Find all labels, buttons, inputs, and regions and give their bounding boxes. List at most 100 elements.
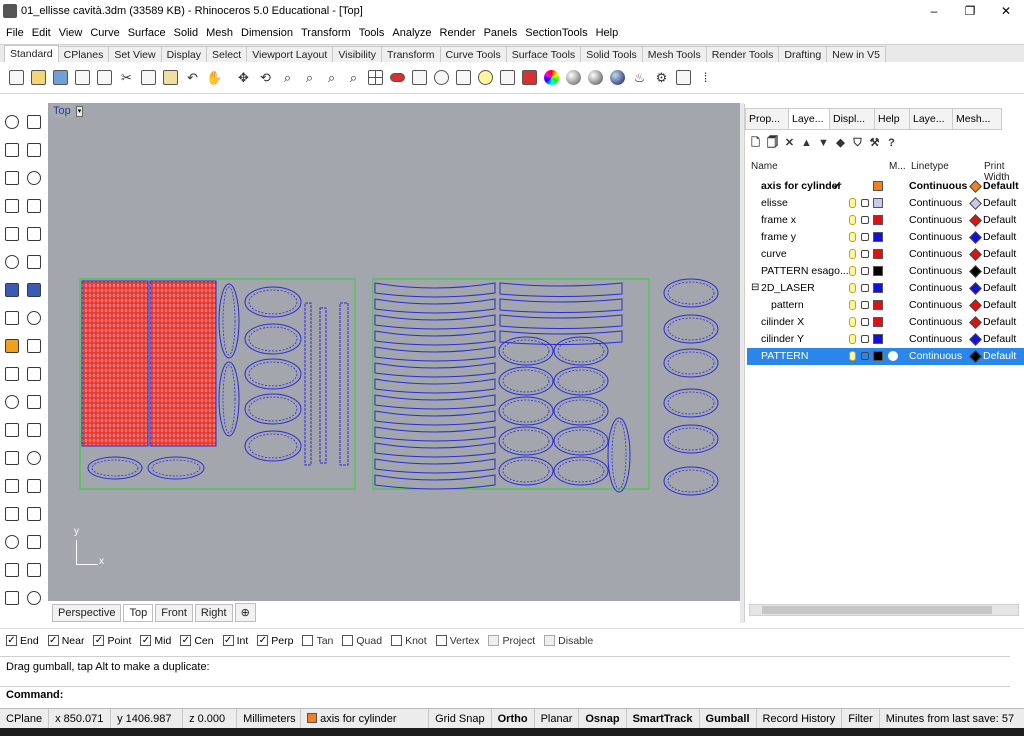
layer-color-swatch[interactable] bbox=[873, 198, 883, 208]
layer-row[interactable]: pattern Continuous Default bbox=[747, 297, 1024, 314]
ellipse-vertical-2[interactable] bbox=[218, 361, 240, 437]
menu-panels[interactable]: Panels bbox=[480, 27, 522, 39]
curve-strip-6[interactable] bbox=[374, 378, 496, 394]
cylinder-icon[interactable] bbox=[2, 308, 22, 328]
ellipse-vertical-1-inner[interactable] bbox=[222, 286, 236, 356]
layer-row[interactable]: PATTERN Continuous Default bbox=[747, 348, 1024, 365]
layer-name[interactable]: axis for cylinder bbox=[761, 180, 842, 192]
copy-icon[interactable] bbox=[138, 67, 159, 89]
print-color-icon[interactable] bbox=[969, 333, 982, 346]
layer-row[interactable]: axis for cylinder ✓ Continuous Default bbox=[747, 178, 1024, 195]
smarttrack-toggle[interactable]: SmartTrack bbox=[627, 708, 700, 729]
viewport-tab-right[interactable]: Right bbox=[194, 603, 233, 622]
rhino-app-icon[interactable] bbox=[3, 4, 17, 18]
ellipse-column-3-inner[interactable] bbox=[667, 391, 715, 415]
osnap-checkbox[interactable]: ✓ bbox=[47, 635, 59, 646]
lock-icon[interactable] bbox=[861, 335, 869, 343]
print-color-icon[interactable] bbox=[969, 231, 982, 244]
ellipse-grid-2-inner[interactable] bbox=[502, 369, 550, 393]
col-linetype[interactable]: Linetype bbox=[911, 161, 949, 172]
viewport-title[interactable]: Top bbox=[50, 104, 74, 118]
pan-icon[interactable]: ✋ bbox=[204, 67, 225, 89]
osnap-checkbox[interactable]: ✓ bbox=[93, 635, 105, 646]
print-width-cell[interactable]: Default bbox=[983, 197, 1016, 209]
panel-tab-mesh-5[interactable]: Mesh... bbox=[952, 108, 1002, 130]
layer-color-swatch[interactable] bbox=[873, 232, 883, 242]
move-down-icon[interactable]: ▼ bbox=[817, 137, 830, 150]
tools-icon[interactable]: ⚒ bbox=[868, 137, 881, 150]
osnap-checkbox[interactable] bbox=[488, 635, 500, 646]
print-width-cell[interactable]: Default bbox=[983, 299, 1016, 311]
move-view-icon[interactable]: ✥ bbox=[233, 67, 254, 89]
layer-name[interactable]: cilinder Y bbox=[761, 333, 804, 345]
panel-tab-layers-1[interactable]: Laye... bbox=[788, 108, 830, 130]
light-bulb-icon[interactable] bbox=[849, 283, 856, 293]
viewport-drawing[interactable] bbox=[48, 103, 740, 601]
toolbar-tab-display[interactable]: Display bbox=[160, 46, 208, 62]
filter-toggle[interactable]: Filter bbox=[842, 708, 880, 729]
curve-strip-1[interactable] bbox=[374, 298, 496, 314]
ellipse-a-inner[interactable] bbox=[91, 459, 139, 477]
toolbar-tab-curve-tools[interactable]: Curve Tools bbox=[439, 46, 507, 62]
light-bulb-icon[interactable] bbox=[849, 334, 856, 344]
osnap-int[interactable]: ✓ Int bbox=[222, 635, 248, 647]
menu-analyze[interactable]: Analyze bbox=[388, 27, 435, 39]
planar-toggle[interactable]: Planar bbox=[535, 708, 580, 729]
toolbar-tab-drafting[interactable]: Drafting bbox=[778, 46, 828, 62]
lock-icon[interactable] bbox=[861, 267, 869, 275]
toolbar-tab-solid-tools[interactable]: Solid Tools bbox=[580, 46, 643, 62]
grid-array-icon[interactable] bbox=[2, 532, 22, 552]
polygon-icon[interactable] bbox=[2, 196, 22, 216]
light-bulb-icon[interactable] bbox=[849, 300, 856, 310]
array-icon[interactable] bbox=[2, 476, 22, 496]
ellipse-row-0[interactable] bbox=[244, 286, 302, 318]
dimension-icon[interactable] bbox=[673, 67, 694, 89]
layer-row[interactable]: PATTERN esago... Continuous Default bbox=[747, 263, 1024, 280]
osnap-checkbox[interactable]: ✓ bbox=[140, 635, 152, 646]
osnap-vertex[interactable]: Vertex bbox=[435, 635, 479, 647]
menu-mesh[interactable]: Mesh bbox=[202, 27, 237, 39]
print-color-icon[interactable] bbox=[969, 180, 982, 193]
ellipse-grid-2[interactable] bbox=[498, 366, 554, 396]
print-width-cell[interactable]: Default bbox=[983, 248, 1016, 260]
print-color-icon[interactable] bbox=[969, 350, 982, 363]
ellipse-column-2[interactable] bbox=[663, 348, 719, 378]
ellipse-row-1-inner[interactable] bbox=[248, 326, 298, 352]
osnap-checkbox[interactable]: ✓ bbox=[222, 635, 234, 646]
print-color-icon[interactable] bbox=[969, 299, 982, 312]
print-color-icon[interactable] bbox=[969, 197, 982, 210]
lock-icon[interactable] bbox=[861, 250, 869, 258]
add-viewport-icon[interactable]: ⊕ bbox=[234, 603, 256, 622]
boolean-icon[interactable] bbox=[2, 392, 22, 412]
ellipse-row-2-inner[interactable] bbox=[248, 361, 298, 387]
select-filter-icon[interactable] bbox=[409, 67, 430, 89]
toolbar-tab-visibility[interactable]: Visibility bbox=[332, 46, 383, 62]
linetype-cell[interactable]: Continuous bbox=[909, 180, 967, 192]
parent-layer-icon[interactable]: ◆ bbox=[834, 137, 847, 150]
zoom-extents-icon[interactable]: ⌕ bbox=[299, 67, 320, 89]
ellipse-row-2[interactable] bbox=[244, 358, 302, 390]
text-icon[interactable] bbox=[2, 448, 22, 468]
material-sphere-icon[interactable] bbox=[585, 67, 606, 89]
ellipse-grid-0[interactable] bbox=[498, 336, 554, 366]
join-icon[interactable] bbox=[2, 364, 22, 384]
rectangle-icon[interactable] bbox=[24, 196, 44, 216]
menu-tools[interactable]: Tools bbox=[355, 27, 389, 39]
hatch-icon[interactable] bbox=[24, 504, 44, 524]
col-name[interactable]: Name bbox=[751, 161, 778, 172]
ellipse-grid-1-inner[interactable] bbox=[557, 339, 605, 363]
layer-icon[interactable] bbox=[519, 67, 540, 89]
toolbar-tab-mesh-tools[interactable]: Mesh Tools bbox=[641, 46, 707, 62]
col-material[interactable]: M... bbox=[889, 161, 906, 172]
layer-name[interactable]: curve bbox=[761, 248, 787, 260]
toolbar-tab-transform[interactable]: Transform bbox=[381, 46, 441, 62]
curve-strip-0[interactable] bbox=[374, 282, 496, 298]
layer-color-swatch[interactable] bbox=[873, 351, 883, 361]
new-layer-icon[interactable]: 🗋 bbox=[749, 137, 762, 150]
toolbar-tab-set-view[interactable]: Set View bbox=[108, 46, 162, 62]
new-sublayer-icon[interactable]: 🗍 bbox=[766, 137, 779, 150]
grid-snap-toggle[interactable]: Grid Snap bbox=[429, 708, 492, 729]
ellipse-b[interactable] bbox=[147, 456, 205, 480]
cplane-label[interactable]: CPlane bbox=[0, 708, 50, 729]
layer-name[interactable]: frame x bbox=[761, 214, 796, 226]
